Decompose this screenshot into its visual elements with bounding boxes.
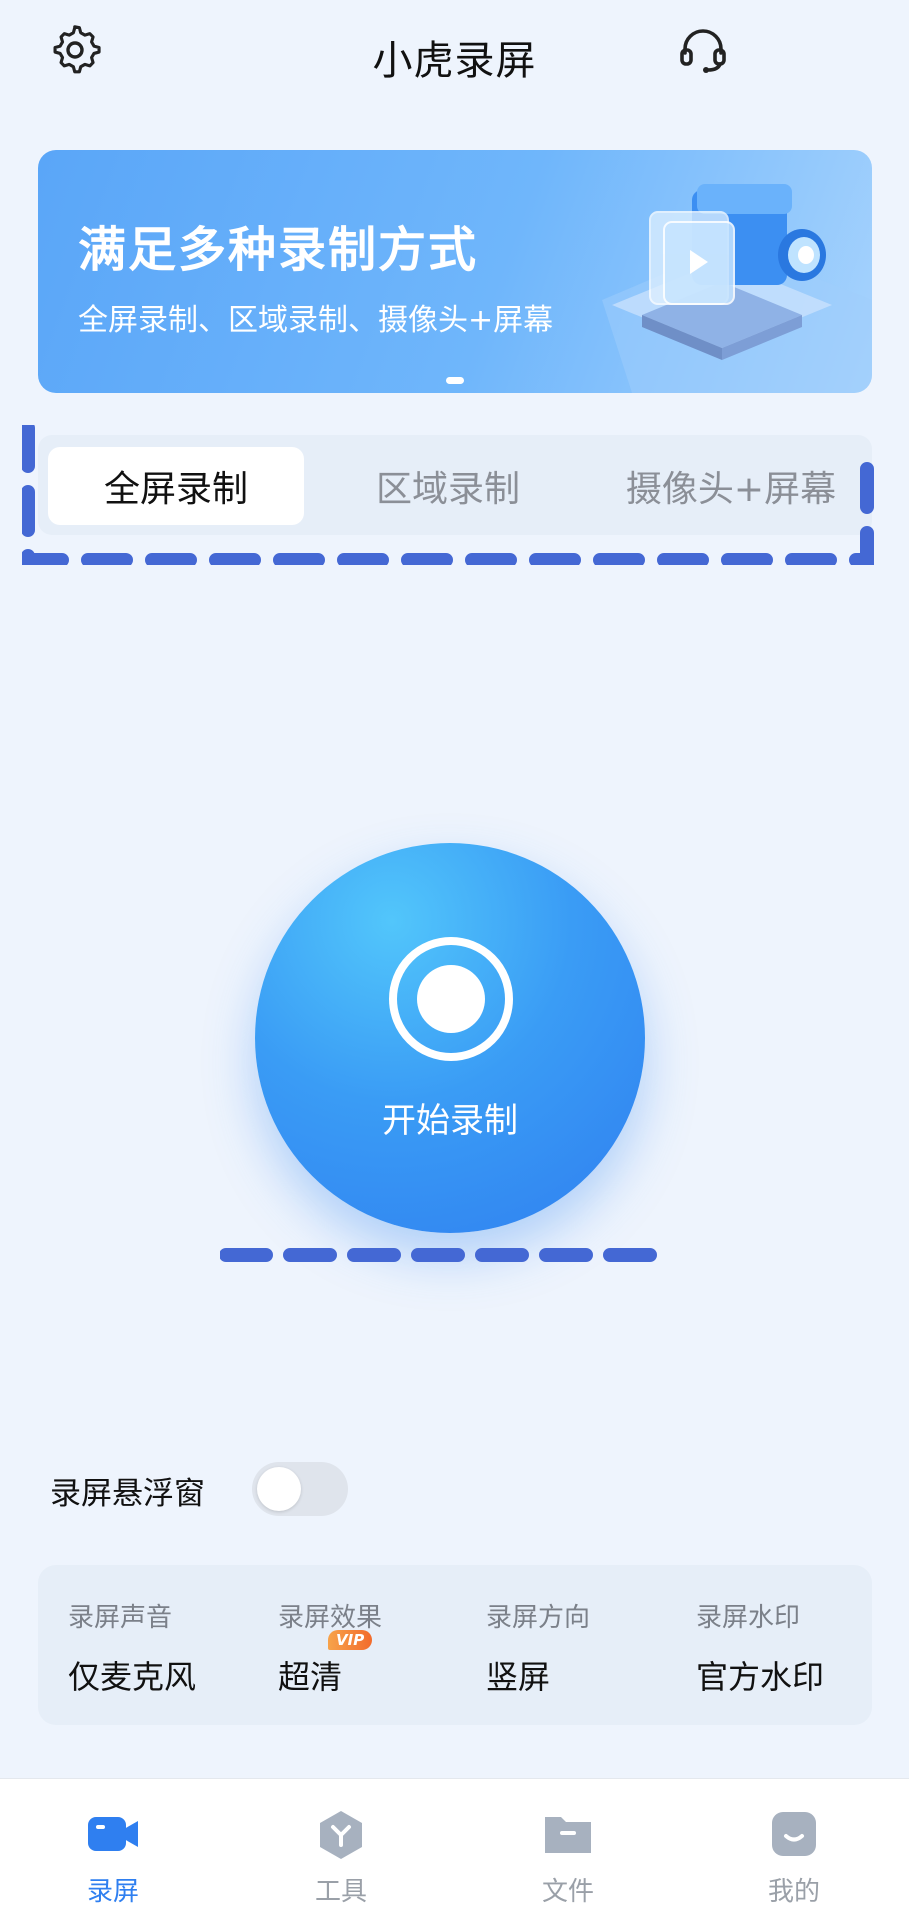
folder-icon <box>545 1817 591 1853</box>
nav-files-label: 文件 <box>541 1877 594 1907</box>
nav-files[interactable]: 文件 <box>508 1809 628 1908</box>
carousel-indicator <box>446 377 464 384</box>
setting-quality[interactable]: 录屏效果 超清 VIP <box>278 1597 382 1698</box>
record-circle[interactable]: 开始录制 <box>255 843 645 1233</box>
nav-tools-label: 工具 <box>314 1877 367 1907</box>
setting-audio[interactable]: 录屏声音 仅麦克风 <box>68 1597 196 1698</box>
video-camera-icon <box>88 1817 138 1851</box>
nav-record[interactable]: 录屏 <box>53 1809 173 1908</box>
record-icon <box>389 937 513 1061</box>
headset-icon[interactable] <box>675 22 731 78</box>
setting-audio-label: 录屏声音 <box>68 1603 173 1633</box>
vip-badge: VIP <box>328 1630 373 1650</box>
nav-record-label: 录屏 <box>86 1877 139 1907</box>
banner-title: 满足多种录制方式 <box>78 222 479 278</box>
nav-profile[interactable]: 我的 <box>734 1809 854 1908</box>
banner-subtitle: 全屏录制、区域录制、摄像头+屏幕 <box>78 303 554 338</box>
setting-quality-label: 录屏效果 <box>278 1603 383 1633</box>
setting-watermark[interactable]: 录屏水印 官方水印 <box>696 1597 824 1698</box>
start-record-label: 开始录制 <box>382 1101 518 1141</box>
record-settings-card: 录屏声音 仅麦克风 录屏效果 超清 VIP 录屏方向 竖屏 录屏水印 官方水印 <box>38 1565 872 1725</box>
bottom-navigation: 录屏 工具 文件 我的 <box>0 1778 909 1921</box>
setting-watermark-label: 录屏水印 <box>696 1603 801 1633</box>
highlight-dashed-underline <box>220 1248 670 1262</box>
tab-region[interactable]: 区域录制 <box>348 447 548 525</box>
nav-profile-label: 我的 <box>767 1877 820 1907</box>
setting-watermark-value: 官方水印 <box>696 1658 825 1696</box>
setting-quality-value: 超清 <box>278 1658 343 1696</box>
toggle-knob <box>257 1467 301 1511</box>
profile-icon <box>772 1812 816 1856</box>
tools-icon <box>320 1811 362 1859</box>
setting-orientation[interactable]: 录屏方向 竖屏 <box>486 1597 590 1698</box>
top-bar: 小虎录屏 <box>0 0 909 110</box>
tab-fullscreen[interactable]: 全屏录制 <box>48 447 304 525</box>
start-record-button[interactable]: 开始录制 <box>255 843 645 1233</box>
app-title: 小虎录屏 <box>372 38 537 84</box>
camera-illustration <box>602 184 872 393</box>
floating-window-row: 录屏悬浮窗 <box>50 1460 205 1520</box>
setting-audio-value: 仅麦克风 <box>68 1658 197 1696</box>
tab-camera-screen[interactable]: 摄像头+屏幕 <box>606 447 856 525</box>
floating-window-label: 录屏悬浮窗 <box>50 1475 205 1512</box>
promo-banner[interactable]: 满足多种录制方式 全屏录制、区域录制、摄像头+屏幕 <box>38 150 872 393</box>
floating-window-toggle[interactable] <box>252 1462 348 1516</box>
setting-orientation-label: 录屏方向 <box>486 1603 591 1633</box>
setting-orientation-value: 竖屏 <box>486 1658 551 1696</box>
nav-tools[interactable]: 工具 <box>281 1809 401 1908</box>
record-mode-tabs: 全屏录制 区域录制 摄像头+屏幕 <box>38 435 872 535</box>
